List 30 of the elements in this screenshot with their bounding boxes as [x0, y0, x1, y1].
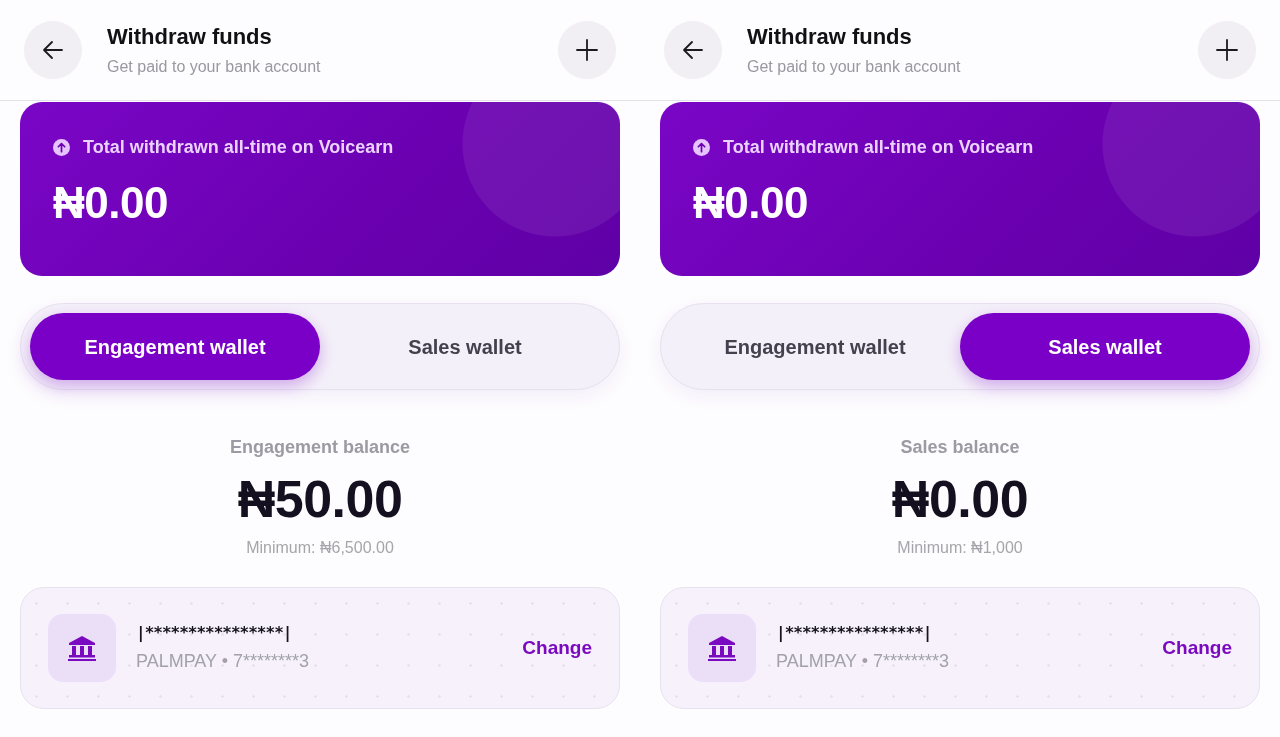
account-name: |****************|: [136, 623, 293, 643]
back-arrow-icon: [682, 39, 704, 61]
back-arrow-icon: [42, 39, 64, 61]
minimum-amount: Minimum: ₦6,500.00: [246, 537, 394, 557]
account-name: |****************|: [776, 623, 933, 643]
wallet-tab[interactable]: Sales wallet: [320, 313, 610, 380]
page-subtitle: Get paid to your bank account: [747, 56, 961, 76]
total-withdrawn-amount: ₦0.00: [53, 179, 169, 228]
page-subtitle: Get paid to your bank account: [107, 56, 321, 76]
wallet-tab[interactable]: Sales wallet: [960, 313, 1250, 380]
wallet-tab[interactable]: Engagement wallet: [30, 313, 320, 380]
balance-label: Sales balance: [900, 437, 1020, 459]
balance-amount: ₦50.00: [237, 470, 403, 528]
plus-icon: [576, 39, 598, 61]
page-title: Withdraw funds: [747, 24, 913, 51]
change-link[interactable]: Change: [522, 633, 592, 663]
balance-amount: ₦0.00: [891, 470, 1029, 528]
balance-label: Engagement balance: [229, 437, 411, 459]
plus-icon: [1216, 39, 1238, 61]
minimum-amount: Minimum: ₦1,000: [897, 537, 1023, 557]
wallet-tab[interactable]: Engagement wallet: [670, 313, 960, 380]
bank-icon: [48, 613, 116, 682]
change-link[interactable]: Change: [1162, 633, 1232, 663]
total-withdrawn-amount: ₦0.00: [693, 179, 809, 228]
page-title: Withdraw funds: [107, 24, 273, 51]
total-withdrawn-label: Total withdrawn all-time on Voicearn: [723, 136, 1034, 159]
bank-icon: [688, 613, 756, 682]
account-details: PALMPAY • 7********3: [136, 651, 310, 673]
total-withdrawn-label: Total withdrawn all-time on Voicearn: [83, 136, 394, 159]
account-details: PALMPAY • 7********3: [776, 651, 950, 673]
